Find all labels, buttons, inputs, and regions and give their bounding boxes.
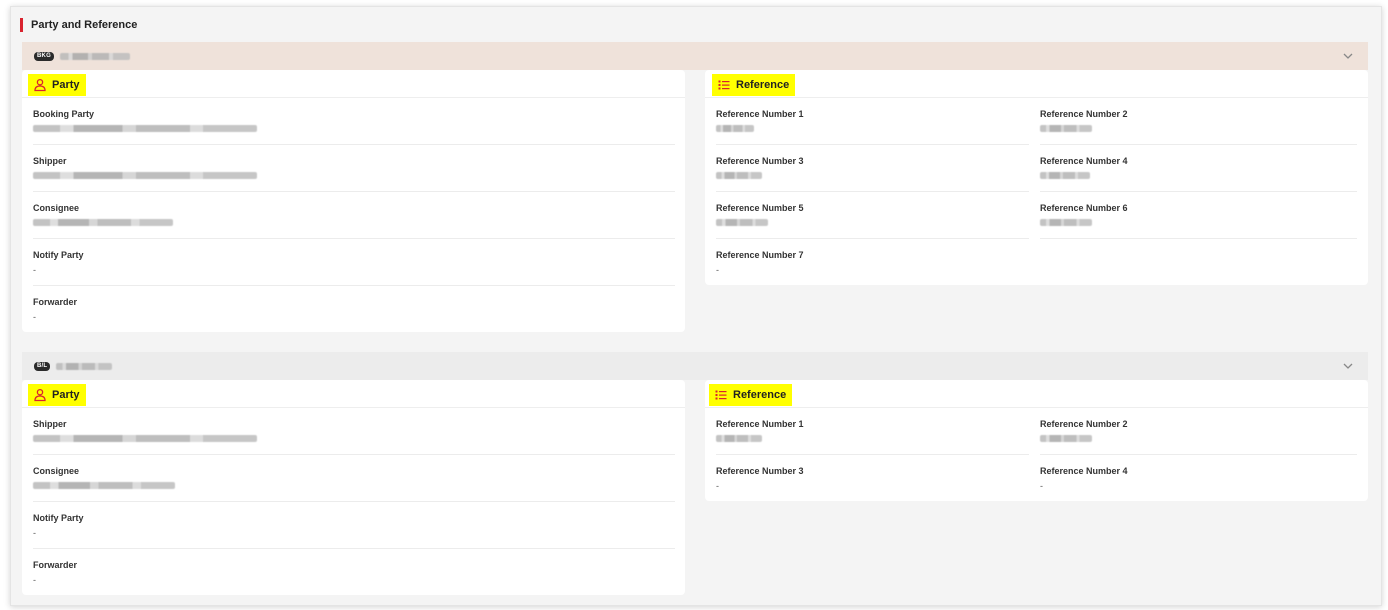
reference-number-3-field: Reference Number 3 [716, 145, 1029, 192]
reference-number-2-field: Reference Number 2 [1040, 408, 1357, 455]
chevron-down-icon[interactable] [1342, 50, 1354, 62]
field-value: - [33, 312, 36, 322]
field-label: Reference Number 4 [1040, 156, 1128, 166]
field-label: Consignee [33, 466, 80, 476]
bl-reference-card: Reference Reference Number 1 Reference N… [705, 380, 1368, 501]
field-label: Notify Party [33, 250, 84, 260]
bkg-group-header[interactable]: BKG [22, 42, 1368, 70]
field-value-redacted [33, 219, 173, 226]
field-label: Reference Number 7 [716, 250, 804, 260]
field-label: Reference Number 1 [716, 109, 804, 119]
field-label: Reference Number 4 [1040, 466, 1128, 476]
field-label: Reference Number 3 [716, 466, 804, 476]
field-label: Consignee [33, 203, 80, 213]
field-label: Reference Number 6 [1040, 203, 1128, 213]
party-card-title: Party [28, 74, 86, 96]
consignee-field: Consignee [33, 192, 675, 239]
bl-party-card: Party Shipper Consignee Notify Party - F… [22, 380, 685, 595]
reference-number-4-field: Reference Number 4 - [1040, 455, 1357, 502]
shipper-field: Shipper [33, 408, 675, 455]
reference-card-title: Reference [712, 74, 796, 96]
field-value-redacted [716, 219, 768, 226]
people-icon [34, 388, 46, 402]
field-value: - [716, 481, 719, 491]
field-label: Shipper [33, 156, 67, 166]
bkg-party-card: Party Booking Party Shipper Consignee No… [22, 70, 685, 332]
list-icon [715, 390, 727, 400]
field-value-redacted [33, 435, 257, 442]
forwarder-field: Forwarder - [33, 549, 675, 596]
reference-label: Reference [733, 389, 787, 401]
bl-group-header[interactable]: B/L [22, 352, 1368, 380]
list-icon [718, 80, 730, 90]
field-value: - [33, 575, 36, 585]
people-icon [34, 78, 46, 92]
party-card-title: Party [28, 384, 86, 406]
bl-number-redacted [56, 362, 113, 370]
reference-number-5-field: Reference Number 5 [716, 192, 1029, 239]
reference-number-3-field: Reference Number 3 - [716, 455, 1029, 502]
notify-party-field: Notify Party - [33, 239, 675, 286]
forwarder-field: Forwarder - [33, 286, 675, 333]
reference-number-6-field: Reference Number 6 [1040, 192, 1357, 239]
reference-number-4-field: Reference Number 4 [1040, 145, 1357, 192]
field-value-redacted [1040, 172, 1090, 179]
party-label: Party [52, 389, 80, 401]
field-value-redacted [1040, 125, 1092, 132]
field-label: Reference Number 3 [716, 156, 804, 166]
field-value: - [33, 265, 36, 275]
field-label: Notify Party [33, 513, 84, 523]
field-label: Booking Party [33, 109, 95, 119]
party-label: Party [52, 79, 80, 91]
field-label: Reference Number 2 [1040, 419, 1128, 429]
field-value-redacted [1040, 435, 1092, 442]
field-label: Shipper [33, 419, 67, 429]
reference-number-2-field: Reference Number 2 [1040, 98, 1357, 145]
bkg-tag: BKG [34, 51, 54, 61]
section-title: Party and Reference [20, 18, 137, 32]
field-value-redacted [33, 172, 257, 179]
field-value-redacted [33, 482, 175, 489]
reference-label: Reference [736, 79, 790, 91]
consignee-field: Consignee [33, 455, 675, 502]
field-value: - [716, 265, 719, 275]
reference-number-1-field: Reference Number 1 [716, 98, 1029, 145]
shipper-field: Shipper [33, 145, 675, 192]
reference-number-1-field: Reference Number 1 [716, 408, 1029, 455]
field-value-redacted [33, 125, 257, 132]
field-label: Reference Number 2 [1040, 109, 1128, 119]
chevron-down-icon[interactable] [1342, 360, 1354, 372]
reference-card-title: Reference [709, 384, 793, 406]
field-value: - [1040, 481, 1043, 491]
field-label: Forwarder [33, 297, 78, 307]
booking-number-redacted [59, 52, 130, 60]
booking-party-field: Booking Party [33, 98, 675, 145]
field-label: Reference Number 5 [716, 203, 804, 213]
field-value-redacted [716, 125, 754, 132]
reference-number-7-field: Reference Number 7 - [716, 239, 1029, 286]
field-value-redacted [716, 172, 762, 179]
field-label: Reference Number 1 [716, 419, 804, 429]
field-value: - [33, 528, 36, 538]
field-value-redacted [1040, 219, 1092, 226]
field-value-redacted [716, 435, 762, 442]
notify-party-field: Notify Party - [33, 502, 675, 549]
field-label: Forwarder [33, 560, 78, 570]
bl-tag: B/L [34, 361, 51, 371]
bkg-reference-card: Reference Reference Number 1 Reference N… [705, 70, 1368, 285]
